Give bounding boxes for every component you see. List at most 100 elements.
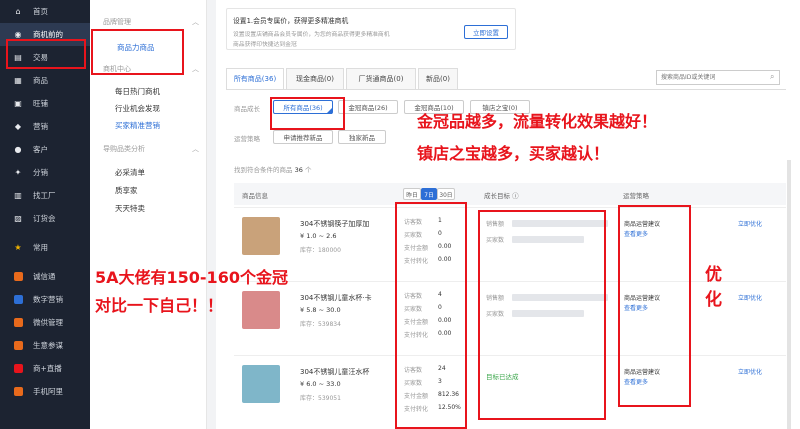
annotation-box-metrics <box>395 202 467 429</box>
filter-pill-gold[interactable]: 金冠商品(26) <box>338 100 398 114</box>
notice-card: 设置1.会员专属价，获得更多精准商机 设置设置店铺商品会员专属价，为您的商品获得… <box>226 8 516 50</box>
optimize-now-link[interactable]: 立即优化 <box>738 293 762 302</box>
product-title[interactable]: 304不锈钢儿童水杯·卡 <box>300 293 372 303</box>
annotation-box-subnav <box>91 29 184 75</box>
tab-new-goods[interactable]: 新品(0) <box>418 68 458 89</box>
search-icon[interactable]: ⌕ <box>770 72 774 82</box>
product-thumbnail[interactable] <box>242 217 280 255</box>
help-icon[interactable]: ⓘ <box>512 192 519 200</box>
annotation-box-strategy <box>618 205 691 407</box>
filter-label-strategy: 运营策略 <box>234 135 260 143</box>
product-thumbnail[interactable] <box>242 291 280 329</box>
digital-marketing-icon <box>13 295 23 305</box>
col-info: 商品信息 <box>242 192 268 200</box>
mobile-icon-shape <box>13 387 23 396</box>
product-title[interactable]: 304不锈钢筷子加厚加 <box>300 219 369 229</box>
search-input[interactable] <box>656 70 780 85</box>
live-icon-shape <box>13 364 23 373</box>
live-icon <box>13 364 23 374</box>
product-price: ¥ 1.0 ~ 2.6 <box>300 232 337 240</box>
optimize-now-link[interactable]: 立即优化 <box>738 367 762 376</box>
sidebar-item-label: 订货会 <box>33 214 56 223</box>
subnav-item-daily[interactable]: 天天特卖 <box>115 203 145 214</box>
annotation-text-top: 金冠品越多，流量转化效果越好！ <box>417 112 658 131</box>
subnav-item-industry[interactable]: 行业机会发现 <box>115 103 160 114</box>
business-advisor-icon-shape <box>13 341 23 350</box>
subnav-item-must[interactable]: 必采清单 <box>115 167 145 178</box>
digital-marketing-icon-shape <box>13 295 23 304</box>
range-yesterday[interactable]: 昨日 <box>403 188 421 200</box>
row-divider <box>234 207 786 208</box>
sidebar-item-6[interactable]: ● 客户 <box>0 138 90 161</box>
sidebar-item-15[interactable]: 商+直播 <box>0 357 90 380</box>
col-strategy: 运营策略 <box>623 192 649 200</box>
range-7d[interactable]: 7日 <box>421 188 437 200</box>
chengxintong-icon-shape <box>13 272 23 281</box>
sidebar-item-8[interactable]: ▥ 找工厂 <box>0 184 90 207</box>
annotation-box-growth <box>478 210 606 420</box>
notice-desc: 设置设置店铺商品会员专属价，为您的商品获得更多精准商机 <box>233 32 390 38</box>
tab-cash-goods[interactable]: 现金商品(0) <box>286 68 344 89</box>
result-count: 找到符合条件的商品 36 个 <box>234 166 312 174</box>
subnav-item-quality[interactable]: 质享家 <box>115 185 138 196</box>
sidebar-item-label: 诚信通 <box>33 272 56 281</box>
sidebar-item-label: 分销 <box>33 168 48 177</box>
product-price: ¥ 5.8 ~ 30.0 <box>300 306 341 314</box>
sidebar-item-0[interactable]: ⌂ 首页 <box>0 0 90 23</box>
subnav-head-brand[interactable]: 品牌管理 ︿ <box>103 17 199 27</box>
mobile-icon <box>13 387 23 397</box>
sidebar-item-label: 生意参谋 <box>33 341 63 350</box>
filter-pill-exclusive[interactable]: 独家新品 <box>338 130 386 144</box>
sidebar-item-9[interactable]: ▨ 订货会 <box>0 207 90 230</box>
sidebar-item-13[interactable]: 微供管理 <box>0 311 90 334</box>
annotation-box-filter <box>270 97 345 130</box>
range-30d[interactable]: 30日 <box>437 188 455 200</box>
weigong-icon <box>13 318 23 328</box>
subnav-head-category[interactable]: 导购品类分析 ︿ <box>103 144 199 154</box>
sidebar-item-label: 常用 <box>33 243 48 252</box>
scrollbar[interactable] <box>787 160 791 429</box>
set-now-button[interactable]: 立即设置 <box>464 25 508 39</box>
distribution-icon: ✦ <box>14 168 22 177</box>
sidebar-item-7[interactable]: ✦ 分销 <box>0 161 90 184</box>
filter-pill-apply-new[interactable]: 申请推荐新品 <box>273 130 333 144</box>
tab-factory-goods[interactable]: 厂货通商品(0) <box>346 68 416 89</box>
sidebar-item-5[interactable]: ◆ 营销 <box>0 115 90 138</box>
annotation-box-sidebar <box>6 39 86 69</box>
order-fair-icon: ▨ <box>14 214 22 223</box>
annotation-text-left: 5A大佬有150-160个金冠 <box>95 268 288 287</box>
sidebar-item-label: 客户 <box>33 145 48 154</box>
sidebar-item-label: 手机阿里 <box>33 387 63 396</box>
optimize-now-link[interactable]: 立即优化 <box>738 219 762 228</box>
product-title[interactable]: 304不锈钢儿童汪水杯 <box>300 367 369 377</box>
product-stock: 库存：539051 <box>300 395 341 402</box>
filter-label-growth: 商品成长 <box>234 105 260 113</box>
sidebar-item-label: 首页 <box>33 7 48 16</box>
sidebar-item-16[interactable]: 手机阿里 <box>0 380 90 403</box>
sidebar-item-4[interactable]: ▣ 旺铺 <box>0 92 90 115</box>
annotation-text-top2: 镇店之宝越多，买家越认！ <box>417 144 610 163</box>
sidebar-item-14[interactable]: 生意参谋 <box>0 334 90 357</box>
marketing-icon: ◆ <box>14 122 22 131</box>
subnav-item-hot[interactable]: 每日热门商机 <box>115 86 160 97</box>
sidebar-item-3[interactable]: ▦ 商品 <box>0 69 90 92</box>
sidebar-item-10[interactable]: ★ 常用 <box>0 236 90 259</box>
subnav-item-buyer[interactable]: 买家精准营销 <box>115 120 160 131</box>
product-stock: 库存：539834 <box>300 321 341 328</box>
tab-all-goods[interactable]: 所有商品(36) <box>226 68 284 89</box>
product-price: ¥ 6.0 ~ 33.0 <box>300 380 341 388</box>
chevron-up-icon: ︿ <box>192 18 199 26</box>
sidebar-item-label: 微供管理 <box>33 318 63 327</box>
col-growth: 成长目标 ⓘ <box>484 192 519 200</box>
sidebar-item-12[interactable]: 数字营销 <box>0 288 90 311</box>
home-icon: ⌂ <box>15 7 21 16</box>
goods-icon: ▦ <box>14 76 22 85</box>
notice-desc-2: 商品获得印快捷达到金冠 <box>233 42 297 48</box>
business-advisor-icon <box>13 341 23 351</box>
sidebar-item-label: 商品 <box>33 76 48 85</box>
sidebar-item-label: 旺铺 <box>33 99 48 108</box>
sidebar-item-11[interactable]: 诚信通 <box>0 265 90 288</box>
chengxintong-icon <box>13 272 23 282</box>
product-thumbnail[interactable] <box>242 365 280 403</box>
chevron-up-icon: ︿ <box>192 65 199 73</box>
